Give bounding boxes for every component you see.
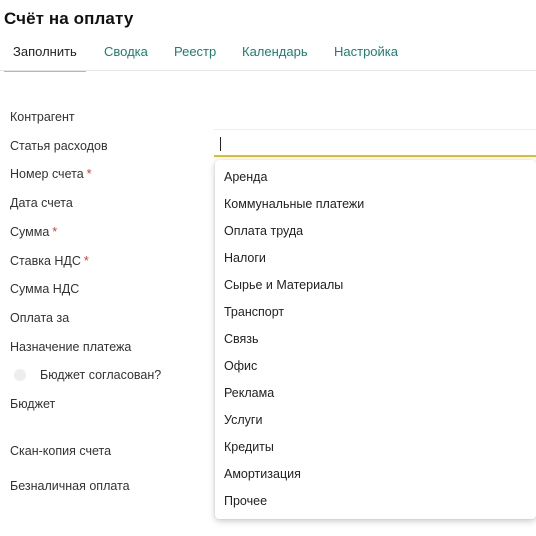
dropdown-option[interactable]: Амортизация — [215, 461, 536, 488]
dropdown-option[interactable]: Офис — [215, 353, 536, 380]
label-cashless-payment: Безналичная оплата — [10, 479, 130, 493]
label-payment-for: Оплата за — [10, 311, 70, 325]
required-marker: * — [86, 167, 92, 181]
label-expense-item: Статья расходов — [10, 139, 108, 153]
dropdown-option[interactable]: Аренда — [215, 164, 536, 191]
label-payment-purpose: Назначение платежа — [10, 340, 132, 354]
page-title: Счёт на оплату — [4, 9, 134, 28]
dropdown-option[interactable]: Связь — [215, 326, 536, 353]
dropdown-option[interactable]: Прочее — [215, 488, 536, 515]
dropdown-option[interactable]: Коммунальные платежи — [215, 191, 536, 218]
expense-item-input[interactable] — [214, 129, 536, 157]
required-marker: * — [83, 254, 89, 268]
budget-approved-checkbox[interactable] — [14, 369, 26, 381]
dropdown-option[interactable]: Кредиты — [215, 434, 536, 461]
required-marker: * — [52, 225, 58, 239]
tab-registry[interactable]: Реестр — [174, 36, 216, 70]
dropdown-option[interactable]: Сырье и Материалы — [215, 272, 536, 299]
dropdown-option[interactable]: Услуги — [215, 407, 536, 434]
label-invoice-number: Номер счета * — [10, 167, 92, 181]
expense-item-dropdown: Аренда Коммунальные платежи Оплата труда… — [215, 160, 536, 519]
invoice-form-page: Счёт на оплату Заполнить Сводка Реестр К… — [0, 0, 536, 536]
label-vat-rate: Ставка НДС * — [10, 254, 89, 268]
text-caret — [220, 137, 221, 151]
label-invoice-date: Дата счета — [10, 196, 73, 210]
dropdown-option[interactable]: Реклама — [215, 380, 536, 407]
tabs-divider — [0, 70, 536, 71]
tab-bar: Заполнить Сводка Реестр Календарь Настро… — [4, 36, 536, 72]
dropdown-option[interactable]: Транспорт — [215, 299, 536, 326]
tab-fill[interactable]: Заполнить — [4, 36, 86, 72]
label-budget: Бюджет — [10, 397, 56, 411]
label-counterparty: Контрагент — [10, 110, 75, 124]
budget-approved-label: Бюджет согласован? — [40, 368, 162, 382]
label-amount: Сумма * — [10, 225, 58, 239]
tab-calendar[interactable]: Календарь — [242, 36, 308, 70]
dropdown-option[interactable]: Налоги — [215, 245, 536, 272]
tab-summary[interactable]: Сводка — [104, 36, 148, 70]
label-invoice-scan: Скан-копия счета — [10, 444, 112, 458]
label-vat-amount: Сумма НДС — [10, 282, 80, 296]
dropdown-option[interactable]: Оплата труда — [215, 218, 536, 245]
tab-settings[interactable]: Настройка — [334, 36, 398, 70]
